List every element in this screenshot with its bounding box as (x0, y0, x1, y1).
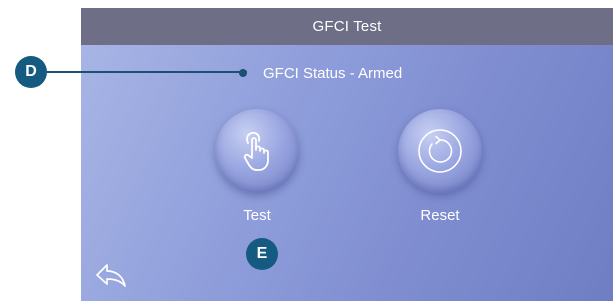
callout-d-leader-line (47, 71, 247, 73)
reset-button[interactable] (398, 109, 482, 193)
stage: GFCI Test GFCI Status - Armed Test Reset… (0, 0, 613, 301)
test-button[interactable] (215, 109, 299, 193)
back-arrow-icon (96, 264, 126, 287)
page-title: GFCI Test (312, 18, 382, 35)
back-button[interactable] (93, 261, 129, 289)
gfci-status-row: GFCI Status - Armed (239, 63, 402, 83)
refresh-circle-icon (418, 129, 462, 173)
reset-button-label: Reset (420, 207, 460, 224)
title-bar: GFCI Test (81, 8, 613, 45)
callout-badge-e: E (246, 238, 278, 270)
gfci-status-text: GFCI Status - Armed (263, 64, 403, 82)
callout-badge-d: D (15, 56, 47, 88)
test-button-label: Test (243, 207, 271, 224)
hand-pointer-icon (243, 131, 269, 171)
touch-screen: GFCI Test GFCI Status - Armed Test Reset (81, 8, 613, 301)
